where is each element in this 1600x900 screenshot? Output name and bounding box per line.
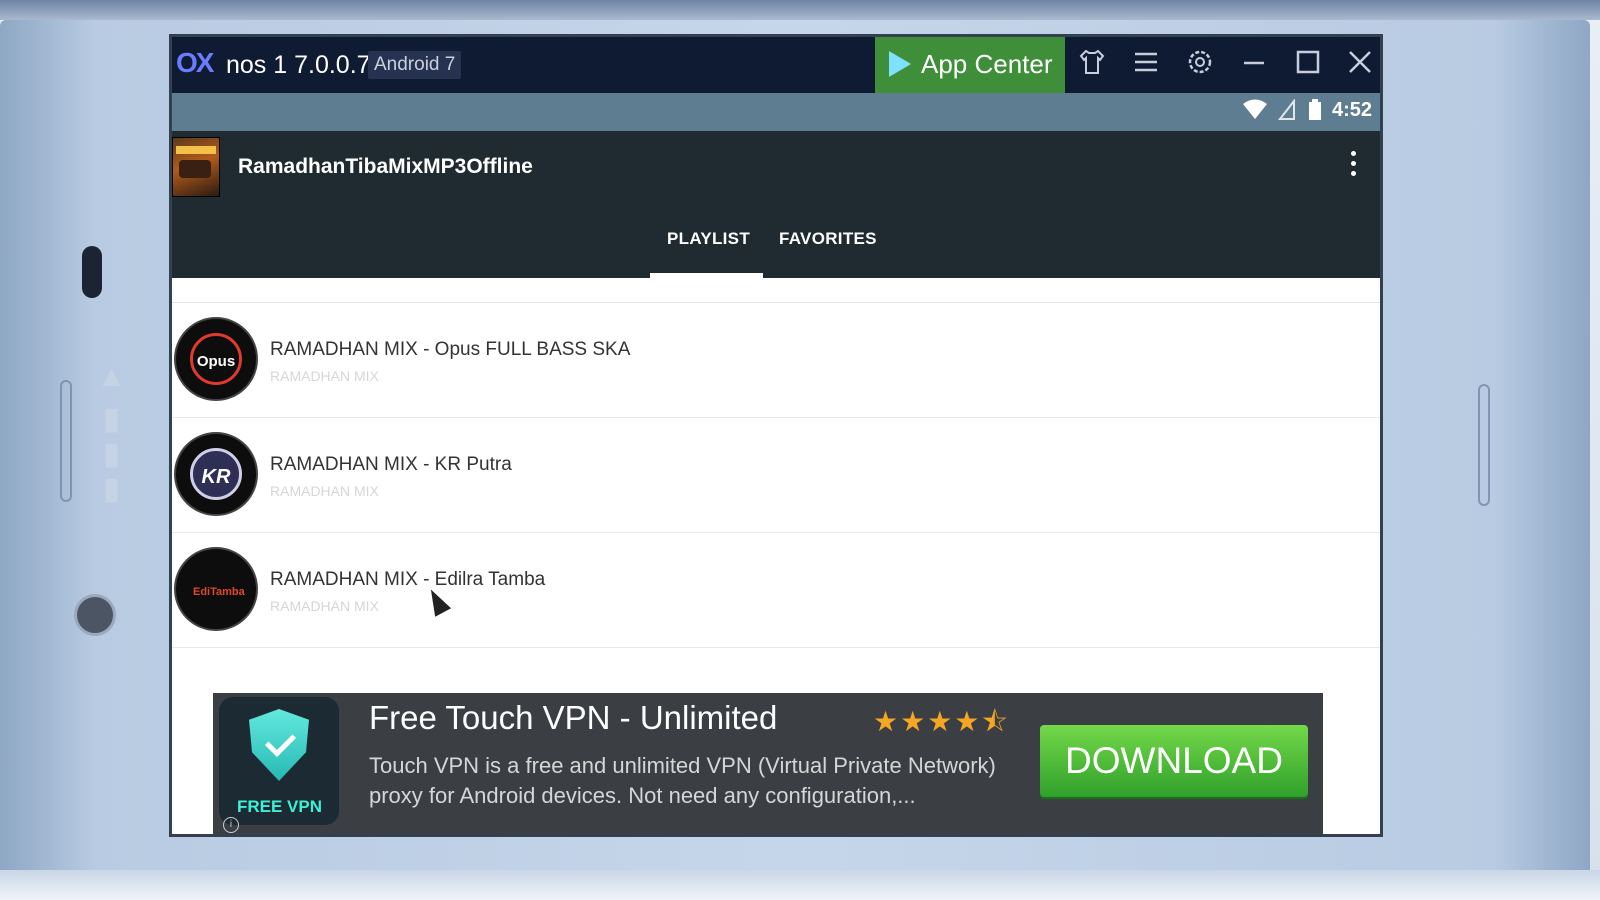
ad-icon-label: FREE VPN (237, 797, 323, 816)
settings-icon[interactable] (1182, 47, 1218, 83)
app-center-label: App Center (921, 49, 1053, 79)
battery-icon (1308, 99, 1322, 127)
ad-description: Touch VPN is a free and unlimited VPN (V… (369, 753, 996, 808)
tab-playlist[interactable]: PLAYLIST (667, 229, 750, 249)
device-side-bump-left (60, 380, 72, 502)
track-title: RAMADHAN MIX - Edilra Tamba (270, 569, 546, 590)
list-item[interactable]: EdiTamba RAMADHAN MIX - Edilra Tamba RAM… (172, 533, 1380, 648)
app-icon (172, 137, 220, 197)
maximize-icon[interactable] (1290, 47, 1326, 83)
emulator-title: nos 1 7.0.0.7 (226, 51, 371, 79)
track-artist: RAMADHAN MIX (270, 598, 379, 614)
device-speaker-slot (82, 246, 102, 298)
nox-logo: OX (176, 47, 214, 78)
device-camera-icon (74, 594, 116, 636)
signal-icon (1277, 98, 1296, 127)
minimize-icon[interactable] (1236, 47, 1272, 83)
track-title: RAMADHAN MIX - KR Putra (270, 454, 512, 475)
wifi-icon (1242, 99, 1268, 127)
tab-favorites[interactable]: FAVORITES (779, 229, 877, 249)
ad-rating-stars: ★★★★⯪ (873, 706, 1010, 737)
device-brand-mark: ▲ ▮▮▮ (95, 360, 128, 507)
list-item[interactable]: KR RAMADHAN MIX - KR Putra RAMADHAN MIX (172, 418, 1380, 533)
track-artist: RAMADHAN MIX (270, 368, 379, 384)
emulator-window: OX nos 1 7.0.0.7 Android 7 App Center 4:… (172, 37, 1380, 834)
android-screen: 4:52 RamadhanTibaMixMP3Offline PLAYLIST … (172, 93, 1380, 834)
status-bar: 4:52 (172, 93, 1380, 131)
status-time: 4:52 (1332, 99, 1373, 121)
app-toolbar: RamadhanTibaMixMP3Offline PLAYLIST FAVOR… (172, 131, 1380, 278)
menu-icon[interactable] (1128, 47, 1164, 83)
track-artwork: EdiTamba (174, 547, 258, 631)
app-title: RamadhanTibaMixMP3Offline (238, 155, 533, 178)
track-artwork: Opus (174, 317, 258, 401)
track-title: RAMADHAN MIX - Opus FULL BASS SKA (270, 339, 631, 360)
ad-info-icon[interactable]: i (223, 817, 239, 833)
device-top-edge (0, 0, 1600, 20)
close-icon[interactable] (1342, 47, 1378, 83)
device-bottom-edge (0, 870, 1600, 900)
device-side-bump-right (1478, 384, 1490, 506)
list-item[interactable]: Opus RAMADHAN MIX - Opus FULL BASS SKA R… (172, 303, 1380, 418)
ad-title: Free Touch VPN - Unlimited (369, 699, 778, 736)
download-button[interactable]: DOWNLOAD (1040, 725, 1308, 797)
app-center-button[interactable]: App Center (875, 37, 1065, 93)
vpn-app-icon: FREE VPN i (219, 697, 339, 833)
android-version-badge: Android 7 (368, 51, 462, 79)
overflow-menu-icon[interactable] (1347, 151, 1359, 183)
ad-banner[interactable]: FREE VPN i Free Touch VPN - Unlimited ★★… (213, 693, 1323, 834)
track-artist: RAMADHAN MIX (270, 483, 379, 499)
emulator-titlebar[interactable]: OX nos 1 7.0.0.7 Android 7 App Center (172, 37, 1380, 93)
shirt-icon[interactable] (1074, 47, 1110, 83)
list-spacer (172, 278, 1380, 303)
playlist: Opus RAMADHAN MIX - Opus FULL BASS SKA R… (172, 278, 1380, 648)
track-artwork: KR (174, 432, 258, 516)
play-store-icon (889, 51, 911, 77)
